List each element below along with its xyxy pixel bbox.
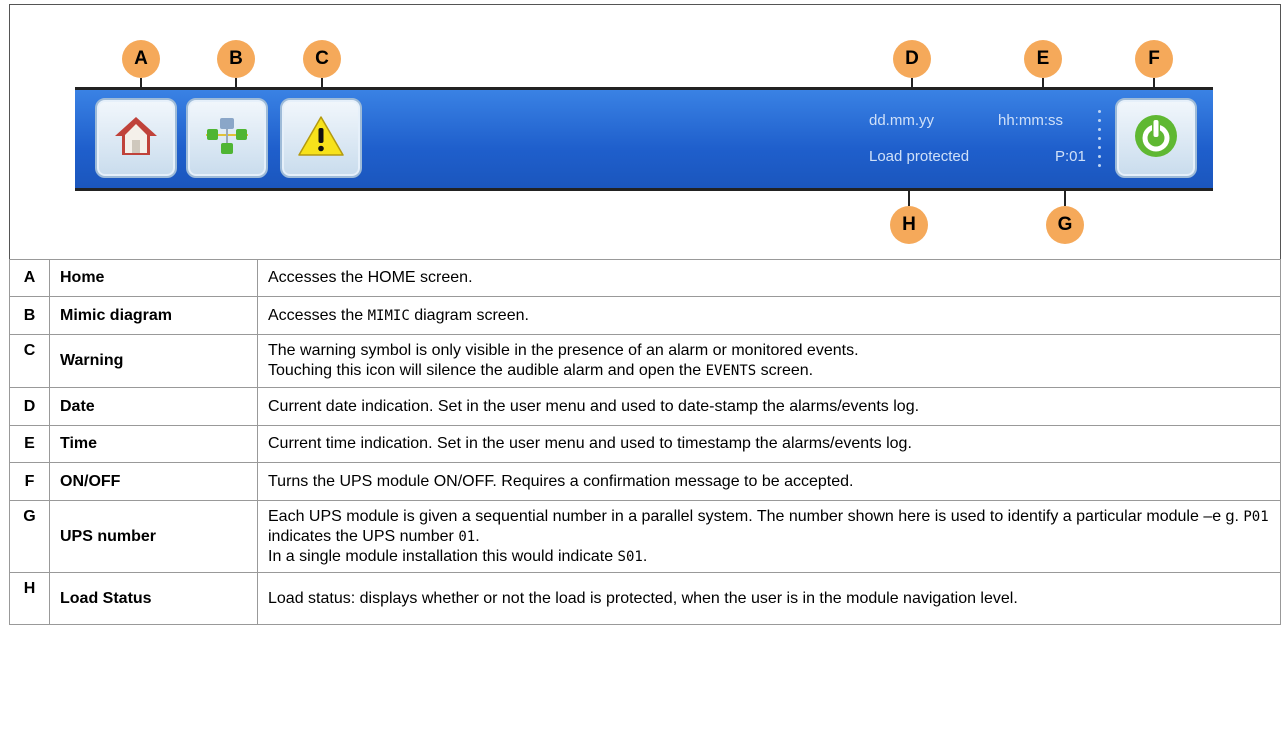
row-name: ON/OFF <box>49 462 258 501</box>
separator-dots <box>1098 110 1102 173</box>
row-key: C <box>9 334 50 388</box>
home-icon <box>113 114 159 163</box>
description-text: In a single module installation this wou… <box>268 547 618 565</box>
mimic-diagram-icon <box>202 114 252 163</box>
row-name: Warning <box>49 334 258 388</box>
ups-number-display: P:01 <box>1055 148 1086 165</box>
callout-a: A <box>122 40 160 78</box>
description-text: Load status: displays whether or not the… <box>268 589 1018 607</box>
table-row: F ON/OFF Turns the UPS module ON/OFF. Requ… <box>9 462 1281 501</box>
callout-g: G <box>1046 206 1084 244</box>
row-key: B <box>9 296 50 335</box>
row-name: Home <box>49 259 258 297</box>
description-text: Current time indication. Set in the user… <box>268 435 912 452</box>
row-name: Date <box>49 387 258 426</box>
ups-header-bar: dd.mm.yy hh:mm:ss Load protected P:01 <box>75 87 1213 191</box>
warning-button[interactable] <box>280 98 362 178</box>
table-row: E Time Current time indication. Set in the… <box>9 425 1281 463</box>
row-name: Mimic diagram <box>49 296 258 335</box>
table-row: C Warning The warning symbol is only visib… <box>9 334 1281 388</box>
warning-icon <box>297 114 345 163</box>
callout-f: F <box>1135 40 1173 78</box>
code-term: P01 <box>1243 508 1269 525</box>
description-text: . <box>475 527 480 545</box>
description-text: screen. <box>756 362 814 379</box>
mimic-diagram-button[interactable] <box>186 98 268 178</box>
description-text: indicates the UPS number <box>268 527 459 545</box>
power-icon <box>1131 111 1181 166</box>
description-text: Accesses the <box>268 306 368 324</box>
row-key: A <box>9 259 50 297</box>
row-description: Accesses the HOME screen. <box>257 259 1281 297</box>
callout-h: H <box>890 206 928 244</box>
row-name: Time <box>49 425 258 463</box>
row-key: E <box>9 425 50 463</box>
row-description: Accesses the MIMIC diagram screen. <box>257 296 1281 335</box>
code-term: S01 <box>617 548 643 565</box>
description-text: . <box>642 547 648 565</box>
table-row: G UPS number Each UPS module is given a se… <box>9 500 1281 573</box>
code-term: 01 <box>458 528 476 545</box>
table-row: D Date Current date indication. Set in the… <box>9 387 1281 426</box>
description-text: Turns the UPS module ON/OFF. Requires a … <box>268 472 854 490</box>
table-row: H Load Status Load status: displays whethe… <box>9 572 1281 625</box>
description-text: Touching this icon will silence the audi… <box>268 362 706 379</box>
home-button[interactable] <box>95 98 177 178</box>
row-key: H <box>9 572 50 625</box>
table-row: A Home Accesses the HOME screen. <box>9 259 1281 297</box>
legend-table: A Home Accesses the HOME screen. B Mimic dia… <box>9 259 1281 625</box>
row-description: The warning symbol is only visible in th… <box>257 334 1281 388</box>
load-status-display: Load protected <box>869 148 970 165</box>
row-name: UPS number <box>49 500 258 573</box>
row-key: G <box>9 500 50 573</box>
callout-e: E <box>1024 40 1062 78</box>
row-description: Load status: displays whether or not the… <box>257 572 1281 625</box>
description-text: Accesses the HOME screen. <box>268 269 473 286</box>
code-term: EVENTS <box>705 363 757 379</box>
date-display: dd.mm.yy <box>869 112 935 129</box>
row-key: F <box>9 462 50 501</box>
table-row: B Mimic diagram Accesses the MIMIC diagram… <box>9 296 1281 335</box>
time-display: hh:mm:ss <box>998 112 1064 129</box>
code-term: MIMIC <box>367 307 410 324</box>
row-description: Turns the UPS module ON/OFF. Requires a … <box>257 462 1281 501</box>
description-text: diagram screen. <box>409 306 529 324</box>
description-text: Current date indication. Set in the user… <box>268 397 920 415</box>
description-text: The warning symbol is only visible in th… <box>268 342 859 359</box>
row-name: Load Status <box>49 572 258 625</box>
description-text: Each UPS module is given a sequential nu… <box>268 507 1244 525</box>
callout-d: D <box>893 40 931 78</box>
power-button[interactable] <box>1115 98 1197 178</box>
row-description: Current date indication. Set in the user… <box>257 387 1281 426</box>
callout-c: C <box>303 40 341 78</box>
row-key: D <box>9 387 50 426</box>
callout-b: B <box>217 40 255 78</box>
row-description: Current time indication. Set in the user… <box>257 425 1281 463</box>
row-description: Each UPS module is given a sequential nu… <box>257 500 1281 573</box>
